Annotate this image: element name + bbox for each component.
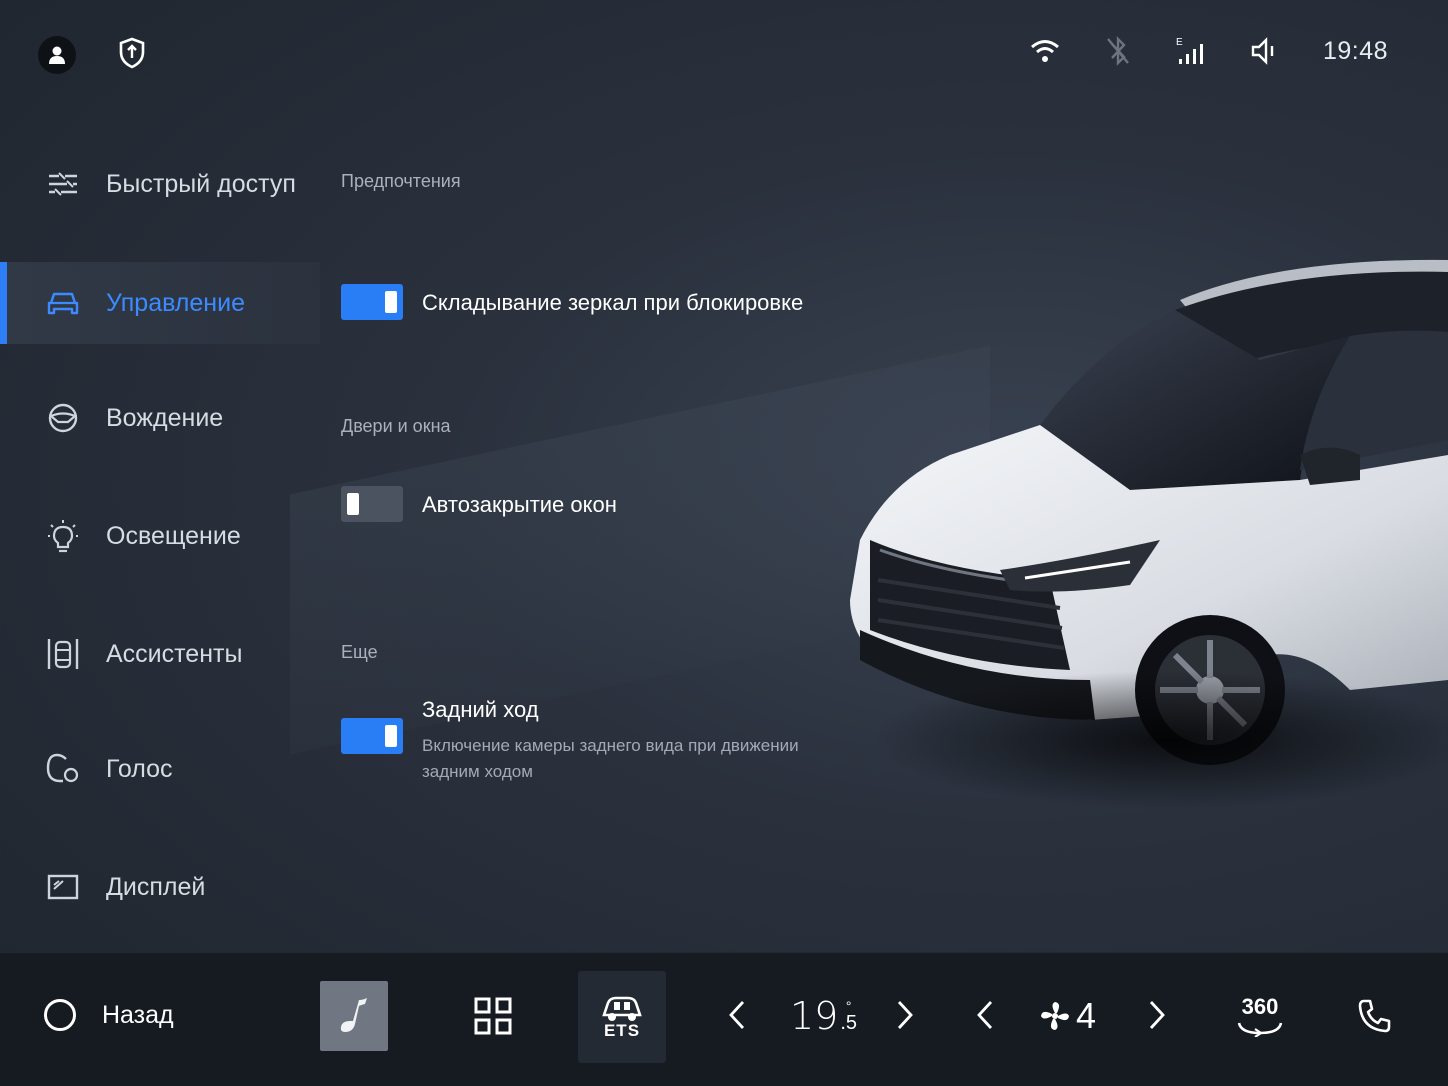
setting-fold-mirrors: Складывание зеркал при блокировке — [341, 284, 803, 320]
cellular-signal-icon: E — [1175, 36, 1205, 66]
section-title-more: Еще — [341, 642, 378, 662]
car-shadow — [870, 670, 1448, 810]
status-bar-right: E 19:48 — [1029, 36, 1388, 66]
sidebar-item-label: Дисплей — [106, 872, 206, 901]
setting-text: Складывание зеркал при блокировке — [422, 284, 803, 316]
setting-text: Задний ход Включение камеры заднего вида… — [422, 697, 842, 785]
bottom-dock: Назад ETS 19 ° .5 4 360 — [0, 952, 1448, 1086]
sidebar-item-quick-access[interactable]: Быстрый доступ — [0, 143, 320, 225]
grid-icon — [474, 997, 512, 1035]
car-settings-screen: E 19:48 Быстрый доступ Управление Вожден… — [0, 0, 1448, 1086]
temp-decrease-button[interactable] — [722, 993, 752, 1037]
setting-auto-close-windows: Автозакрытие окон — [341, 486, 617, 522]
status-bar-left — [38, 36, 146, 74]
fan-level: 4 — [1076, 995, 1097, 1036]
temperature-sub: ° .5 — [840, 999, 857, 1033]
temperature-display: 19 ° .5 — [790, 991, 857, 1041]
sidebar-item-label: Быстрый доступ — [106, 169, 296, 198]
signal-mode-label: E — [1176, 37, 1183, 48]
apps-grid-button[interactable] — [470, 993, 516, 1039]
setting-text: Автозакрытие окон — [422, 486, 617, 518]
fan-increase-button[interactable] — [1142, 993, 1172, 1037]
toggle-knob — [385, 291, 397, 313]
user-icon[interactable] — [38, 36, 76, 74]
back-button[interactable]: Назад — [44, 997, 174, 1033]
clock: 19:48 — [1322, 36, 1388, 65]
fan-speed-display: 4 — [1040, 991, 1096, 1041]
steering-wheel-icon — [46, 401, 80, 435]
temperature-value: 19 — [790, 994, 839, 1038]
section-title-preferences: Предпочтения — [341, 171, 461, 191]
camera-360-button[interactable]: 360 — [1232, 983, 1288, 1049]
home-circle-icon — [44, 999, 76, 1031]
ets-button[interactable]: ETS — [578, 971, 666, 1063]
reverse-camera-toggle[interactable] — [341, 718, 403, 754]
phone-icon — [1358, 999, 1391, 1033]
fan-decrease-button[interactable] — [970, 993, 1000, 1037]
shield-icon[interactable] — [118, 37, 146, 74]
sidebar-item-label: Голос — [106, 754, 173, 783]
toggle-knob — [385, 725, 397, 747]
temperature-fraction: .5 — [840, 1012, 858, 1034]
car-control-icon — [46, 286, 80, 320]
sidebar-item-driving[interactable]: Вождение — [0, 377, 320, 459]
setting-description: Включение камеры заднего вида при движен… — [422, 736, 799, 781]
car-image — [830, 240, 1448, 810]
section-title-doors-windows: Двери и окна — [341, 416, 451, 436]
chevron-left-icon — [729, 1001, 745, 1029]
rotate-arrow-icon — [1237, 1022, 1283, 1037]
auto-close-windows-toggle[interactable] — [341, 486, 403, 522]
sidebar-item-voice[interactable]: Голос — [0, 728, 320, 810]
music-note-icon — [340, 998, 367, 1032]
chevron-left-icon — [977, 1001, 993, 1029]
sidebar-item-label: Освещение — [106, 521, 241, 550]
wifi-icon[interactable] — [1029, 38, 1061, 64]
assistant-car-icon — [46, 637, 80, 671]
bulb-icon — [46, 519, 80, 553]
temp-increase-button[interactable] — [890, 993, 920, 1037]
setting-label: Автозакрытие окон — [422, 492, 617, 517]
degree-symbol: ° — [845, 998, 852, 1014]
chevron-right-icon — [1149, 1001, 1165, 1029]
sidebar-item-lighting[interactable]: Освещение — [0, 495, 320, 577]
volume-icon[interactable] — [1249, 36, 1279, 66]
ets-label: ETS — [603, 1021, 641, 1040]
setting-label: Складывание зеркал при блокировке — [422, 290, 804, 315]
sidebar-item-label: Вождение — [106, 403, 224, 432]
quick-access-icon — [46, 167, 80, 201]
setting-label: Задний ход — [422, 697, 539, 722]
sidebar-item-control[interactable]: Управление — [0, 262, 320, 344]
phone-button[interactable] — [1354, 993, 1394, 1039]
sidebar-item-assistants[interactable]: Ассистенты — [0, 613, 320, 695]
voice-icon — [46, 752, 80, 786]
fold-mirrors-toggle[interactable] — [341, 284, 403, 320]
display-icon — [46, 870, 80, 904]
back-label: Назад — [102, 1000, 174, 1029]
bluetooth-off-icon[interactable] — [1105, 36, 1131, 66]
camera-360-label: 360 — [1241, 994, 1279, 1019]
sidebar-item-label: Управление — [106, 288, 245, 317]
toggle-knob — [347, 493, 359, 515]
chevron-right-icon — [897, 1001, 913, 1029]
music-app-button[interactable] — [320, 981, 388, 1051]
fan-icon — [1041, 1002, 1069, 1030]
sidebar-item-label: Ассистенты — [106, 639, 243, 668]
setting-reverse: Задний ход Включение камеры заднего вида… — [341, 697, 842, 785]
sidebar-item-display[interactable]: Дисплей — [0, 846, 320, 928]
